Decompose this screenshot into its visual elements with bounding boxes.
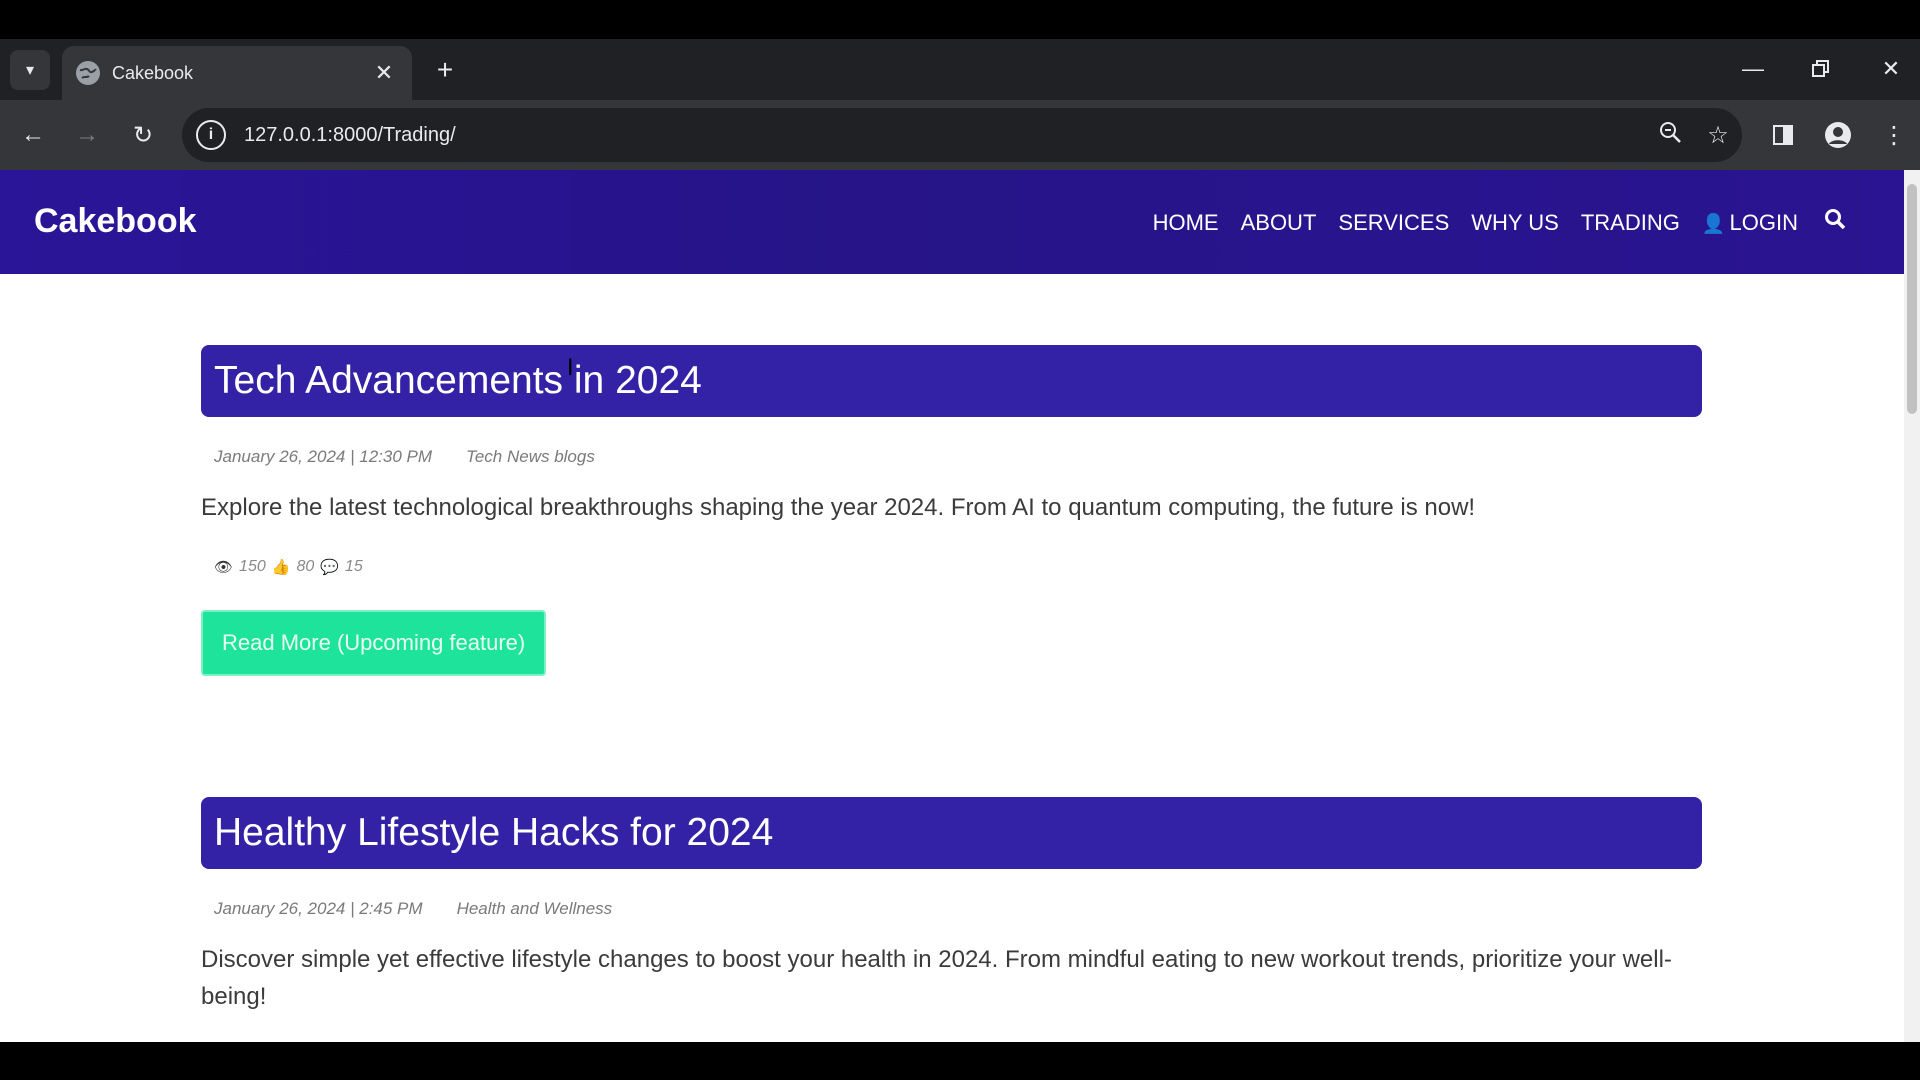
site-header: Cakebook HOME ABOUT SERVICES WHY US TRAD… xyxy=(0,170,1904,274)
browser-tab-active[interactable]: Cakebook ✕ xyxy=(62,46,412,100)
zoom-icon[interactable] xyxy=(1646,120,1694,151)
user-icon: 👤 xyxy=(1701,213,1726,235)
search-icon[interactable] xyxy=(1824,208,1846,237)
forward-arrow-icon[interactable]: → xyxy=(67,115,107,155)
main-nav: HOME ABOUT SERVICES WHY US TRADING 👤 LOGI… xyxy=(1153,208,1846,237)
post-stats: 👁 150 👍 80 💬 15 xyxy=(201,558,1702,576)
chevron-down-icon: ▾ xyxy=(25,62,35,79)
tab-search-button[interactable]: ▾ xyxy=(10,50,50,90)
post-category: Health and Wellness xyxy=(456,899,613,918)
site-info-icon[interactable]: i xyxy=(196,120,226,150)
close-tab-icon[interactable]: ✕ xyxy=(370,60,398,86)
page-viewport: Cakebook HOME ABOUT SERVICES WHY US TRAD… xyxy=(0,170,1920,1042)
post-date: January 26, 2024 | 12:30 PM xyxy=(214,447,433,466)
post-excerpt: Discover simple yet effective lifestyle … xyxy=(201,946,1672,1010)
likes-count: 80 xyxy=(296,558,315,575)
browser-toolbar: ← → ↻ i 127.0.0.1:8000/Trading/ ☆ ⋮ xyxy=(0,100,1920,170)
screen: ▾ Cakebook ✕ + — ✕ ← → ↻ i 127.0.0.1:800… xyxy=(0,0,1920,1080)
thumbs-up-icon: 👍 xyxy=(271,559,291,576)
nav-why-us[interactable]: WHY US xyxy=(1471,210,1559,236)
blog-post: Tech Advancements in 2024 January 26, 20… xyxy=(201,345,1702,676)
post-excerpt: Explore the latest technological breakth… xyxy=(201,494,1476,521)
blog-post: Healthy Lifestyle Hacks for 2024 January… xyxy=(201,797,1702,1015)
read-more-button[interactable]: Read More (Upcoming feature) xyxy=(201,610,547,676)
nav-home[interactable]: HOME xyxy=(1153,210,1219,236)
post-title-bar: Healthy Lifestyle Hacks for 2024 xyxy=(201,797,1702,869)
nav-trading[interactable]: TRADING xyxy=(1581,210,1680,236)
post-title: Tech Advancements in 2024 xyxy=(214,359,702,402)
post-meta: January 26, 2024 | 2:45 PM Health and We… xyxy=(201,899,1702,919)
page-scrollbar[interactable] xyxy=(1904,170,1920,1042)
comment-icon: 💬 xyxy=(320,559,339,576)
new-tab-button[interactable]: + xyxy=(428,53,462,87)
post-meta: January 26, 2024 | 12:30 PM Tech News bl… xyxy=(201,447,1702,467)
text-cursor-icon: I xyxy=(567,356,574,381)
bookmark-star-icon[interactable]: ☆ xyxy=(1694,121,1742,150)
nav-services[interactable]: SERVICES xyxy=(1338,210,1449,236)
eye-icon: 👁 xyxy=(214,559,234,576)
post-title-bar: Tech Advancements in 2024 xyxy=(201,345,1702,417)
nav-about[interactable]: ABOUT xyxy=(1241,210,1317,236)
site-brand[interactable]: Cakebook xyxy=(34,202,197,241)
profile-icon[interactable] xyxy=(1818,115,1858,155)
globe-icon xyxy=(76,61,100,85)
scrollbar-thumb[interactable] xyxy=(1907,184,1917,414)
reload-icon[interactable]: ↻ xyxy=(123,115,163,155)
comments-count: 15 xyxy=(344,558,363,575)
side-panel-icon[interactable] xyxy=(1763,115,1803,155)
url-text[interactable]: 127.0.0.1:8000/Trading/ xyxy=(244,124,1646,147)
browser-tabstrip: ▾ Cakebook ✕ + — ✕ xyxy=(0,39,1920,100)
minimize-icon[interactable]: — xyxy=(1733,49,1773,89)
close-window-icon[interactable]: ✕ xyxy=(1871,49,1911,89)
views-count: 150 xyxy=(239,558,266,575)
restore-icon[interactable] xyxy=(1801,49,1841,89)
post-date: January 26, 2024 | 2:45 PM xyxy=(214,899,423,918)
address-bar[interactable]: i 127.0.0.1:8000/Trading/ ☆ xyxy=(182,108,1742,162)
nav-login-label: LOGIN xyxy=(1729,209,1798,235)
post-title: Healthy Lifestyle Hacks for 2024 xyxy=(214,811,774,854)
post-category: Tech News blogs xyxy=(466,447,595,466)
back-arrow-icon[interactable]: ← xyxy=(13,115,53,155)
tab-title: Cakebook xyxy=(112,62,194,83)
menu-kebab-icon[interactable]: ⋮ xyxy=(1874,115,1914,155)
nav-login[interactable]: 👤 LOGIN xyxy=(1702,210,1798,236)
